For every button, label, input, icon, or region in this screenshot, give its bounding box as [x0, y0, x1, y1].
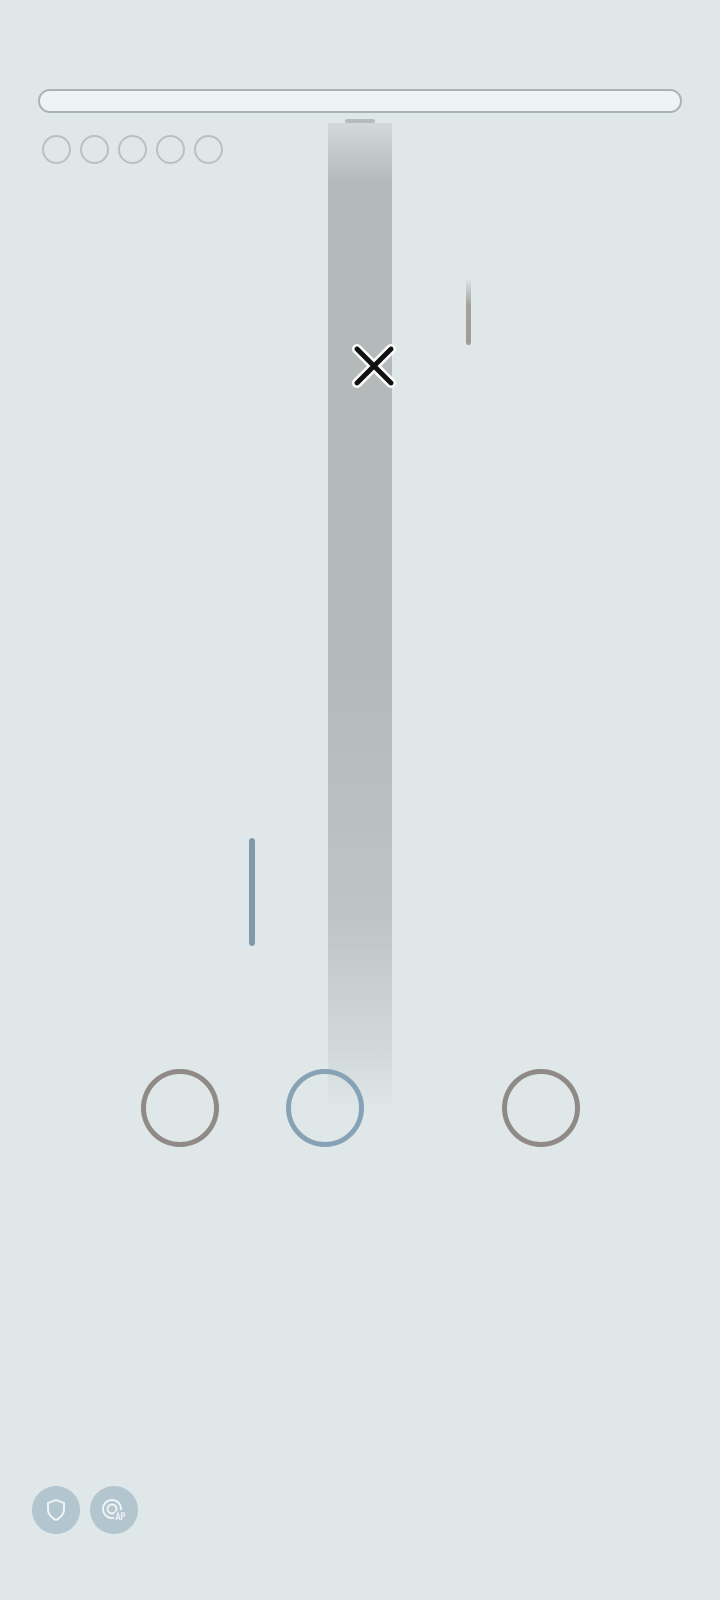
shield-icon: [47, 1499, 65, 1521]
life-dot: [42, 135, 71, 164]
ap-button[interactable]: [90, 1486, 138, 1534]
active-lane-beam: [328, 123, 392, 1113]
falling-note-blue: [249, 838, 255, 946]
close-icon: [352, 344, 396, 388]
life-indicators: [42, 135, 223, 164]
song-progress-bar: [38, 89, 682, 113]
life-dot: [194, 135, 223, 164]
target-ap-icon: [102, 1499, 126, 1522]
shield-button[interactable]: [32, 1486, 80, 1534]
tap-target-middle[interactable]: [286, 1069, 364, 1147]
tap-target-left[interactable]: [141, 1069, 219, 1147]
tap-target-right[interactable]: [502, 1069, 580, 1147]
falling-note-gray: [466, 278, 471, 345]
life-dot: [156, 135, 185, 164]
life-dot: [118, 135, 147, 164]
life-dot: [80, 135, 109, 164]
